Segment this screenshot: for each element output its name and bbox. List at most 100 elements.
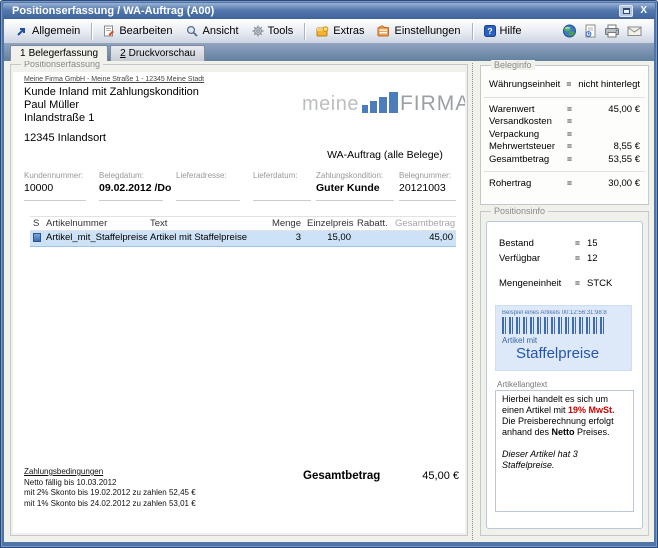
field-zahlungskondition[interactable]: Zahlungskondition: Guter Kunde <box>316 171 394 201</box>
app-window: Positionserfassung / WA-Auftrag (A00) X … <box>0 0 658 548</box>
edit-note-icon <box>103 25 115 37</box>
company-logo: meine FIRMA <box>302 92 465 113</box>
column-header-gesamtbetrag: Gesamtbetrag <box>392 217 456 230</box>
artikellangtext-line2: Die Preisberechnung erfolgt anhand des N… <box>502 416 627 438</box>
menu-item-bearbeiten[interactable]: Bearbeiten <box>97 23 178 39</box>
logo-text-meine: meine <box>302 95 359 113</box>
positionsinfo-group: Positionsinfo Bestand = 15 Verfügbar = 1… <box>480 211 649 536</box>
positionsinfo-panel: Bestand = 15 Verfügbar = 12 Mengeneinhei… <box>486 221 643 529</box>
column-header-rabatt: Rabatt. <box>354 217 392 230</box>
divider <box>484 171 645 172</box>
recipient-line: Inlandstraße 1 <box>24 112 199 125</box>
barcode-icon <box>502 317 606 334</box>
recipient-address: Kunde Inland mit Zahlungskondition Paul … <box>24 86 199 125</box>
logo-text-firma: FIRMA <box>400 95 465 113</box>
restore-window-icon[interactable] <box>619 5 633 17</box>
document-icon[interactable] <box>584 24 597 38</box>
equals-sign: = <box>575 238 587 248</box>
payment-terms: Zahlungsbedingungen Netto fällig bis 10.… <box>24 467 196 509</box>
menu-separator <box>304 23 305 40</box>
equals-sign: = <box>567 154 579 164</box>
equals-sign: = <box>567 116 579 126</box>
article-image-line1: Artikel mit <box>502 336 625 345</box>
menu-item-tools[interactable]: Tools <box>246 23 300 39</box>
total-value: 45,00 € <box>422 470 459 482</box>
positions-table: S Artikelnummer Text Menge Einzelpreis R… <box>30 216 456 247</box>
field-kundennummer[interactable]: Kundennummer: 10000 <box>24 171 86 201</box>
payment-terms-heading: Zahlungsbedingungen <box>24 467 196 478</box>
menubar: Allgemein Bearbeiten Ansicht Tools Extra… <box>4 19 654 44</box>
window-controls: X <box>619 5 650 17</box>
positionsinfo-group-label: Positionsinfo <box>491 206 548 216</box>
globe-icon[interactable] <box>562 24 577 38</box>
menu-item-ansicht[interactable]: Ansicht <box>180 23 245 39</box>
close-icon[interactable]: X <box>637 5 650 17</box>
equals-sign: = <box>575 253 587 263</box>
column-header-text: Text <box>147 217 265 230</box>
menu-separator <box>472 23 473 40</box>
printer-icon[interactable] <box>604 24 620 38</box>
tab-druckvorschau[interactable]: 2 Druckvorschau <box>110 45 205 61</box>
artikellangtext-line1: Hierbei handelt es sich um einen Artikel… <box>502 394 627 416</box>
info-panel: Beleginfo Währungseinheit = nicht hinter… <box>478 61 653 540</box>
table-row[interactable]: Artikel_mit_Staffelpreise Artikel mit St… <box>30 231 456 247</box>
menu-separator <box>91 23 92 40</box>
equals-sign: = <box>567 141 579 151</box>
beleginfo-row-mehrwertsteuer: Mehrwertsteuer = 8,55 € <box>481 141 648 154</box>
equals-sign: = <box>566 79 578 89</box>
svg-text:?: ? <box>487 26 492 36</box>
beleginfo-row-warenwert: Warenwert = 45,00 € <box>481 104 648 117</box>
positionserfassung-group: Positionserfassung Meine Firma GmbH - Me… <box>10 64 468 536</box>
total-label: Gesamtbetrag <box>303 470 380 482</box>
mail-icon[interactable] <box>627 25 642 37</box>
titlebar: Positionserfassung / WA-Auftrag (A00) X <box>3 3 655 19</box>
settings-icon <box>377 25 390 37</box>
arrow-up-right-icon <box>16 26 28 37</box>
field-lieferadresse[interactable]: Lieferadresse: <box>176 171 240 201</box>
panel-splitter[interactable] <box>472 63 475 540</box>
positionsinfo-row-verfuegbar: Verfügbar = 12 <box>487 253 642 268</box>
positionsinfo-row-mengeneinheit: Mengeneinheit = STCK <box>487 278 642 293</box>
payment-terms-line: mit 2% Skonto bis 19.02.2012 zu zahlen 5… <box>24 488 196 499</box>
recipient-city: 12345 Inlandsort <box>24 132 106 144</box>
equals-sign: = <box>567 129 579 139</box>
artikellangtext-line3: Dieser Artikel hat 3 Staffelpreise. <box>502 449 627 471</box>
sender-address-line: Meine Firma GmbH - Meine Straße 1 - 1234… <box>24 76 204 83</box>
table-header-row: S Artikelnummer Text Menge Einzelpreis R… <box>30 216 456 231</box>
divider <box>484 97 645 98</box>
content-area: Positionserfassung Meine Firma GmbH - Me… <box>4 61 654 542</box>
beleginfo-group-label: Beleginfo <box>491 60 535 70</box>
field-belegdatum[interactable]: Belegdatum: 09.02.2012 /Do <box>99 171 163 201</box>
position-type-icon <box>30 231 43 246</box>
document-preview: Meine Firma GmbH - Meine Straße 1 - 1234… <box>13 72 465 533</box>
equals-sign: = <box>575 278 587 288</box>
column-header-s: S <box>30 217 43 230</box>
artikellangtext-label: Artikellangtext <box>497 380 634 389</box>
article-image-caption: Beispiel eines Artikels 00:12:56:31:98:8 <box>502 310 625 316</box>
magnifier-icon <box>186 25 199 37</box>
recipient-line: Paul Müller <box>24 99 199 112</box>
artikellangtext-group: Artikellangtext Hierbei handelt es sich … <box>495 380 634 512</box>
beleginfo-row-versandkosten: Versandkosten = <box>481 116 648 129</box>
tabstrip: 1 Belegerfassung 2 Druckvorschau <box>4 44 654 61</box>
field-lieferdatum[interactable]: Lieferdatum: <box>253 171 311 201</box>
logo-bars-icon <box>362 92 398 113</box>
tab-belegerfassung[interactable]: 1 Belegerfassung <box>10 45 108 61</box>
help-icon: ? <box>484 25 496 37</box>
menu-item-einstellungen[interactable]: Einstellungen <box>371 23 466 39</box>
payment-terms-line: mit 1% Skonto bis 24.02.2012 zu zahlen 5… <box>24 499 196 510</box>
menu-item-hilfe[interactable]: ? Hilfe <box>478 23 528 39</box>
payment-terms-line: Netto fällig bis 10.03.2012 <box>24 478 196 489</box>
equals-sign: = <box>567 178 579 188</box>
recipient-line: Kunde Inland mit Zahlungskondition <box>24 86 199 99</box>
column-header-einzelpreis: Einzelpreis <box>304 217 354 230</box>
beleginfo-row-verpackung: Verpackung = <box>481 129 648 142</box>
window-title: Positionserfassung / WA-Auftrag (A00) <box>12 5 619 17</box>
field-belegnummer[interactable]: Belegnummer: 20121003 <box>399 171 456 201</box>
menu-item-allgemein[interactable]: Allgemein <box>10 23 86 39</box>
article-image-line2: Staffelpreise <box>516 345 625 362</box>
toolbar-right <box>562 24 648 38</box>
gear-icon <box>252 25 264 37</box>
document-type-title: WA-Auftrag (alle Belege) <box>311 149 459 161</box>
menu-item-extras[interactable]: Extras <box>310 23 370 39</box>
